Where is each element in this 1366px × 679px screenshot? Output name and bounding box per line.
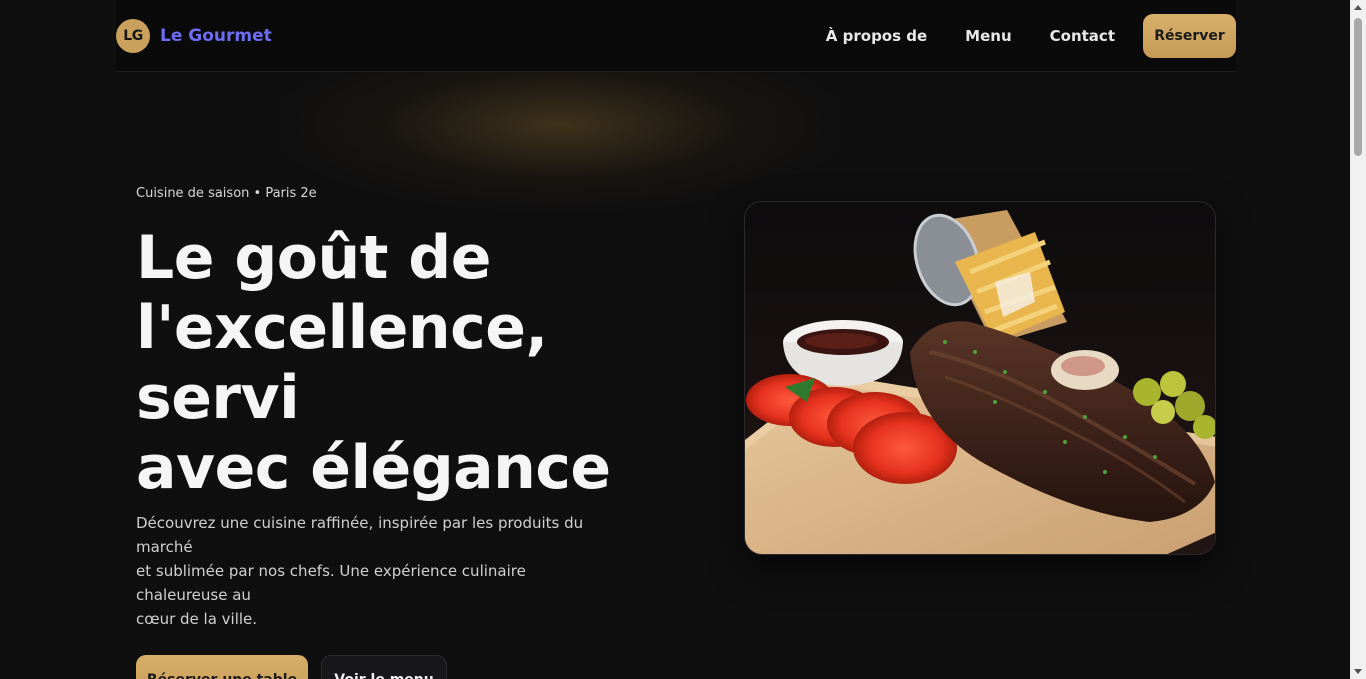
hero-eyebrow: Cuisine de saison • Paris 2e: [136, 186, 317, 201]
nav-link-menu[interactable]: Menu: [965, 27, 1011, 45]
nav-link-contact[interactable]: Contact: [1050, 27, 1115, 45]
nav-link-about[interactable]: À propos de: [826, 27, 927, 45]
brand[interactable]: LG Le Gourmet: [116, 18, 272, 53]
headline-line-1: Le goût de: [136, 223, 491, 293]
headline-line-2: l'excellence, servi: [136, 293, 548, 433]
hero-description: Découvrez une cuisine raffinée, inspirée…: [136, 511, 616, 631]
scroll-down-arrow[interactable]: [1354, 669, 1362, 674]
hero-headline: Le goût de l'excellence, servi avec élég…: [136, 223, 696, 503]
headline-line-3: avec élégance: [136, 433, 611, 503]
view-menu-button[interactable]: Voir le menu: [321, 655, 447, 679]
lede-line-2: et sublimée par nos chefs. Une expérienc…: [136, 562, 526, 604]
reserve-button[interactable]: Réserver: [1143, 13, 1236, 58]
scroll-thumb[interactable]: [1354, 18, 1362, 156]
book-table-button[interactable]: Réserver une table: [136, 655, 308, 679]
ribs-platter-illustration: [745, 202, 1215, 554]
hero-food-image: [744, 201, 1216, 555]
lede-line-3: cœur de la ville.: [136, 610, 258, 628]
nav-links: À propos de Menu Contact Réserver: [826, 13, 1236, 58]
scroll-up-arrow[interactable]: [1354, 5, 1362, 10]
page-scrollbar[interactable]: [1350, 0, 1366, 679]
hero-content: Cuisine de saison • Paris 2e Le goût de …: [136, 186, 696, 679]
brand-name: Le Gourmet: [160, 25, 272, 46]
top-navbar: LG Le Gourmet À propos de Menu Contact R…: [116, 0, 1236, 72]
logo-badge: LG: [116, 18, 150, 53]
hero-cta-row: Réserver une table Voir le menu: [136, 655, 696, 679]
lede-line-1: Découvrez une cuisine raffinée, inspirée…: [136, 514, 584, 556]
